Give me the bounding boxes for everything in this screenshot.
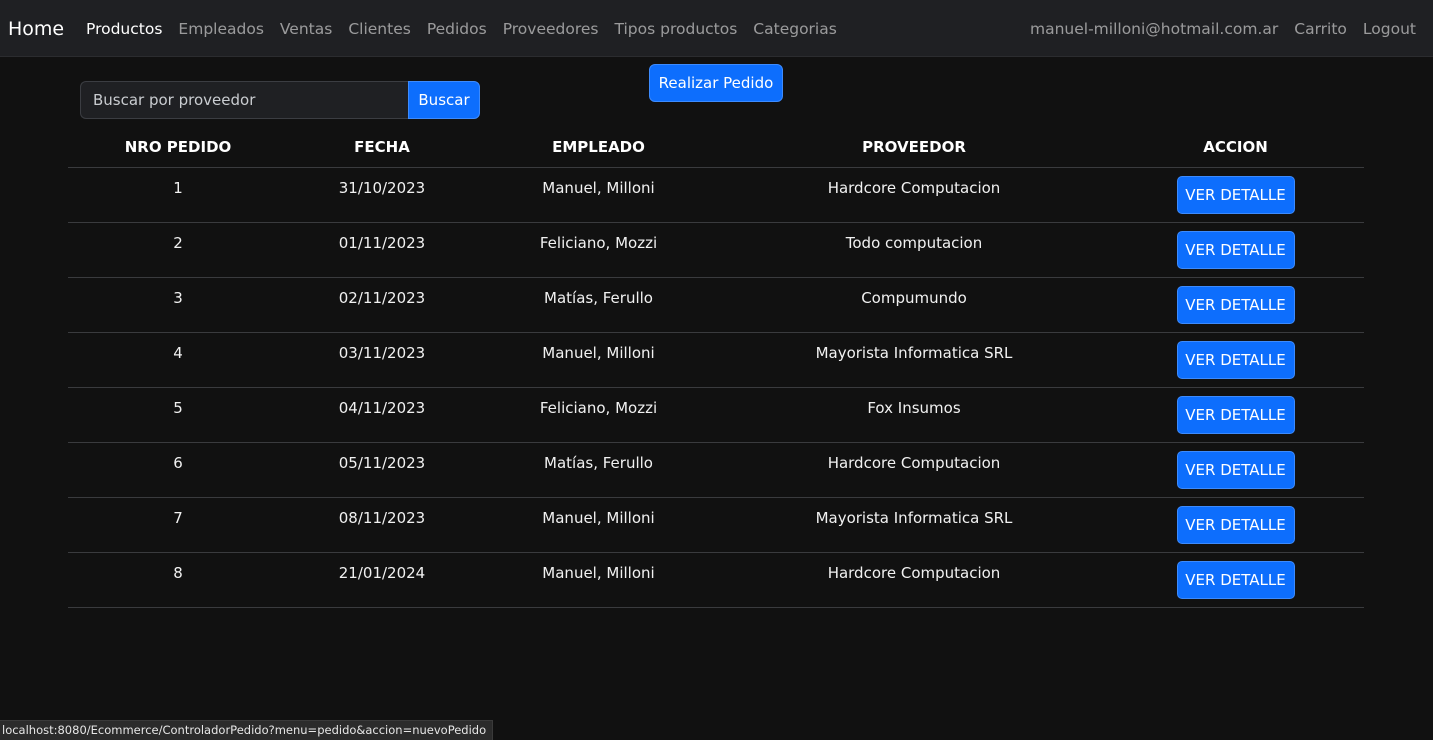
cell-nro-pedido: 8 (68, 552, 288, 608)
cell-proveedor: Fox Insumos (721, 387, 1107, 443)
cell-fecha: 04/11/2023 (288, 387, 476, 443)
ver-detalle-button[interactable]: VER DETALLE (1176, 340, 1295, 379)
browser-status-bar: localhost:8080/Ecommerce/ControladorPedi… (0, 720, 494, 740)
nav-link-carrito[interactable]: Carrito (1294, 19, 1347, 39)
ver-detalle-button[interactable]: VER DETALLE (1176, 285, 1295, 324)
cell-fecha: 31/10/2023 (288, 167, 476, 223)
table-row: 6 05/11/2023 Matías, Ferullo Hardcore Co… (68, 442, 1364, 498)
cell-nro-pedido: 5 (68, 387, 288, 443)
table-row: 3 02/11/2023 Matías, Ferullo Compumundo … (68, 277, 1364, 333)
cell-nro-pedido: 4 (68, 332, 288, 388)
orders-table: NRO PEDIDO FECHA EMPLEADO PROVEEDOR ACCI… (68, 127, 1364, 608)
cell-proveedor: Todo computacion (721, 222, 1107, 278)
nav-link-logout[interactable]: Logout (1363, 19, 1416, 39)
search-button[interactable]: Buscar (408, 81, 480, 119)
cell-nro-pedido: 6 (68, 442, 288, 498)
table-row: 8 21/01/2024 Manuel, Milloni Hardcore Co… (68, 552, 1364, 608)
navbar: Home Productos Empleados Ventas Clientes… (0, 0, 1433, 57)
table-header-row: NRO PEDIDO FECHA EMPLEADO PROVEEDOR ACCI… (68, 127, 1364, 168)
cell-empleado: Matías, Ferullo (476, 442, 721, 498)
nav-link-ventas[interactable]: Ventas (280, 19, 332, 39)
nav-link-tipos-productos[interactable]: Tipos productos (615, 19, 738, 39)
cell-fecha: 02/11/2023 (288, 277, 476, 333)
cell-empleado: Manuel, Milloni (476, 332, 721, 388)
table-row: 7 08/11/2023 Manuel, Milloni Mayorista I… (68, 497, 1364, 553)
nav-link-pedidos[interactable]: Pedidos (427, 19, 487, 39)
header-empleado: EMPLEADO (476, 127, 721, 168)
nav-links: Productos Empleados Ventas Clientes Pedi… (86, 19, 837, 39)
cell-empleado: Feliciano, Mozzi (476, 387, 721, 443)
nav-user-email[interactable]: manuel-milloni@hotmail.com.ar (1030, 19, 1278, 39)
ver-detalle-button[interactable]: VER DETALLE (1176, 450, 1295, 489)
cell-accion: VER DETALLE (1107, 167, 1364, 223)
cell-accion: VER DETALLE (1107, 277, 1364, 333)
table-row: 2 01/11/2023 Feliciano, Mozzi Todo compu… (68, 222, 1364, 278)
realizar-pedido-button[interactable]: Realizar Pedido (649, 64, 783, 102)
ver-detalle-button[interactable]: VER DETALLE (1176, 230, 1295, 269)
cell-accion: VER DETALLE (1107, 497, 1364, 553)
cell-fecha: 21/01/2024 (288, 552, 476, 608)
search-input[interactable] (80, 81, 408, 119)
cell-proveedor: Hardcore Computacion (721, 552, 1107, 608)
cell-nro-pedido: 7 (68, 497, 288, 553)
nav-link-empleados[interactable]: Empleados (178, 19, 263, 39)
nav-link-clientes[interactable]: Clientes (348, 19, 410, 39)
ver-detalle-button[interactable]: VER DETALLE (1176, 175, 1295, 214)
cell-empleado: Manuel, Milloni (476, 552, 721, 608)
table-row: 1 31/10/2023 Manuel, Milloni Hardcore Co… (68, 167, 1364, 223)
cell-fecha: 03/11/2023 (288, 332, 476, 388)
header-fecha: FECHA (288, 127, 476, 168)
cell-empleado: Feliciano, Mozzi (476, 222, 721, 278)
header-accion: ACCION (1107, 127, 1364, 168)
ver-detalle-button[interactable]: VER DETALLE (1176, 395, 1295, 434)
cell-accion: VER DETALLE (1107, 387, 1364, 443)
ver-detalle-button[interactable]: VER DETALLE (1176, 505, 1295, 544)
cell-accion: VER DETALLE (1107, 222, 1364, 278)
header-proveedor: PROVEEDOR (721, 127, 1107, 168)
cell-empleado: Manuel, Milloni (476, 167, 721, 223)
nav-brand-home[interactable]: Home (8, 17, 64, 41)
cell-fecha: 08/11/2023 (288, 497, 476, 553)
nav-link-proveedores[interactable]: Proveedores (503, 19, 599, 39)
table-row: 4 03/11/2023 Manuel, Milloni Mayorista I… (68, 332, 1364, 388)
cell-nro-pedido: 2 (68, 222, 288, 278)
cell-nro-pedido: 1 (68, 167, 288, 223)
nav-user-area: manuel-milloni@hotmail.com.ar Carrito Lo… (1030, 19, 1416, 39)
cell-fecha: 05/11/2023 (288, 442, 476, 498)
header-nro-pedido: NRO PEDIDO (68, 127, 288, 168)
cell-accion: VER DETALLE (1107, 442, 1364, 498)
cell-accion: VER DETALLE (1107, 332, 1364, 388)
nav-link-categorias[interactable]: Categorias (753, 19, 837, 39)
search-form: Buscar (80, 81, 480, 119)
cell-empleado: Manuel, Milloni (476, 497, 721, 553)
cell-empleado: Matías, Ferullo (476, 277, 721, 333)
cell-proveedor: Mayorista Informatica SRL (721, 497, 1107, 553)
ver-detalle-button[interactable]: VER DETALLE (1176, 560, 1295, 599)
cell-proveedor: Hardcore Computacion (721, 167, 1107, 223)
cell-proveedor: Hardcore Computacion (721, 442, 1107, 498)
cell-nro-pedido: 3 (68, 277, 288, 333)
cell-fecha: 01/11/2023 (288, 222, 476, 278)
cell-accion: VER DETALLE (1107, 552, 1364, 608)
nav-link-productos[interactable]: Productos (86, 19, 162, 39)
cell-proveedor: Compumundo (721, 277, 1107, 333)
cell-proveedor: Mayorista Informatica SRL (721, 332, 1107, 388)
table-row: 5 04/11/2023 Feliciano, Mozzi Fox Insumo… (68, 387, 1364, 443)
